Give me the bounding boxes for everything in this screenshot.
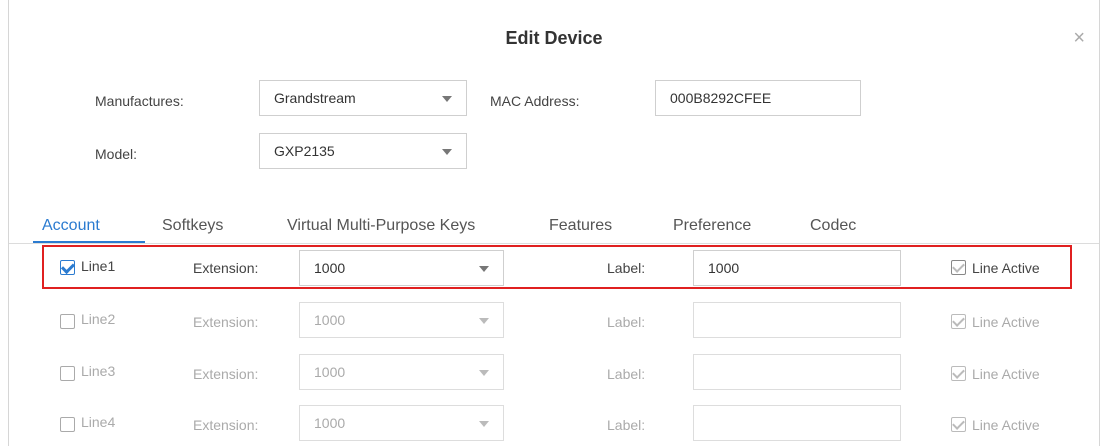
line4-name: Line4 [81, 414, 116, 430]
chevron-down-icon [442, 96, 452, 102]
close-icon[interactable]: × [1073, 28, 1085, 48]
line3-checkbox[interactable] [60, 366, 75, 381]
extension-label: Extension: [193, 314, 259, 330]
line1-extension-select[interactable]: 1000 [299, 250, 504, 286]
mac-address-value: 000B8292CFEE [670, 90, 772, 106]
line2-active-checkbox[interactable] [951, 314, 966, 329]
chevron-down-icon [479, 370, 489, 376]
chevron-down-icon [442, 149, 452, 155]
tab-bar: Account Softkeys Virtual Multi-Purpose K… [9, 205, 1099, 244]
line-row-3: Line3 Extension: 1000 Label: Line Active [9, 347, 1099, 395]
chevron-down-icon [479, 421, 489, 427]
dialog-title: Edit Device [505, 28, 603, 48]
line3-extension-value: 1000 [314, 364, 346, 380]
edit-device-dialog: Edit Device × Manufactures: Grandstream … [8, 0, 1100, 446]
chevron-down-icon [479, 266, 489, 272]
line-row-1: Line1 Extension: 1000 Label: 1000 Line A… [9, 243, 1099, 291]
line4-label-input[interactable] [693, 405, 901, 441]
tab-codec[interactable]: Codec [810, 217, 856, 235]
extension-label: Extension: [193, 417, 259, 433]
label-label: Label: [607, 417, 646, 433]
manufacturer-label: Manufactures: [95, 93, 184, 109]
line1-name: Line1 [81, 258, 116, 274]
tab-features[interactable]: Features [549, 217, 612, 235]
model-label: Model: [95, 146, 138, 162]
model-select[interactable]: GXP2135 [259, 133, 467, 169]
line-row-2: Line2 Extension: 1000 Label: Line Active [9, 295, 1099, 343]
model-value: GXP2135 [274, 143, 335, 159]
tab-account[interactable]: Account [42, 217, 100, 235]
tab-softkeys[interactable]: Softkeys [162, 217, 223, 235]
manufacturer-value: Grandstream [274, 90, 356, 106]
line3-extension-select[interactable]: 1000 [299, 354, 504, 390]
tab-preference[interactable]: Preference [673, 217, 751, 235]
extension-label: Extension: [193, 260, 259, 276]
mac-address-label: MAC Address: [490, 93, 580, 109]
line1-label-input[interactable]: 1000 [693, 250, 901, 286]
line-row-4: Line4 Extension: 1000 Label: Line Active [9, 398, 1099, 446]
line2-active-label: Line Active [972, 314, 1040, 330]
line4-extension-select[interactable]: 1000 [299, 405, 504, 441]
line2-name: Line2 [81, 311, 116, 327]
line2-extension-select[interactable]: 1000 [299, 302, 504, 338]
tab-virtual-multi-purpose-keys[interactable]: Virtual Multi-Purpose Keys [287, 217, 475, 235]
line3-active-checkbox[interactable] [951, 366, 966, 381]
line3-active-label: Line Active [972, 366, 1040, 382]
line2-checkbox[interactable] [60, 314, 75, 329]
line1-checkbox[interactable] [60, 260, 75, 275]
line2-extension-value: 1000 [314, 312, 346, 328]
line4-active-label: Line Active [972, 417, 1040, 433]
chevron-down-icon [479, 318, 489, 324]
line1-active-checkbox[interactable] [951, 260, 966, 275]
label-label: Label: [607, 260, 646, 276]
extension-label: Extension: [193, 366, 259, 382]
label-label: Label: [607, 366, 646, 382]
line4-checkbox[interactable] [60, 417, 75, 432]
line1-extension-value: 1000 [314, 260, 346, 276]
manufacturer-select[interactable]: Grandstream [259, 80, 467, 116]
line3-label-input[interactable] [693, 354, 901, 390]
mac-address-input[interactable]: 000B8292CFEE [655, 80, 861, 116]
line1-active-label: Line Active [972, 260, 1040, 276]
line3-name: Line3 [81, 363, 116, 379]
label-label: Label: [607, 314, 646, 330]
line1-label-value: 1000 [708, 260, 740, 276]
line4-active-checkbox[interactable] [951, 417, 966, 432]
line4-extension-value: 1000 [314, 415, 346, 431]
line2-label-input[interactable] [693, 302, 901, 338]
